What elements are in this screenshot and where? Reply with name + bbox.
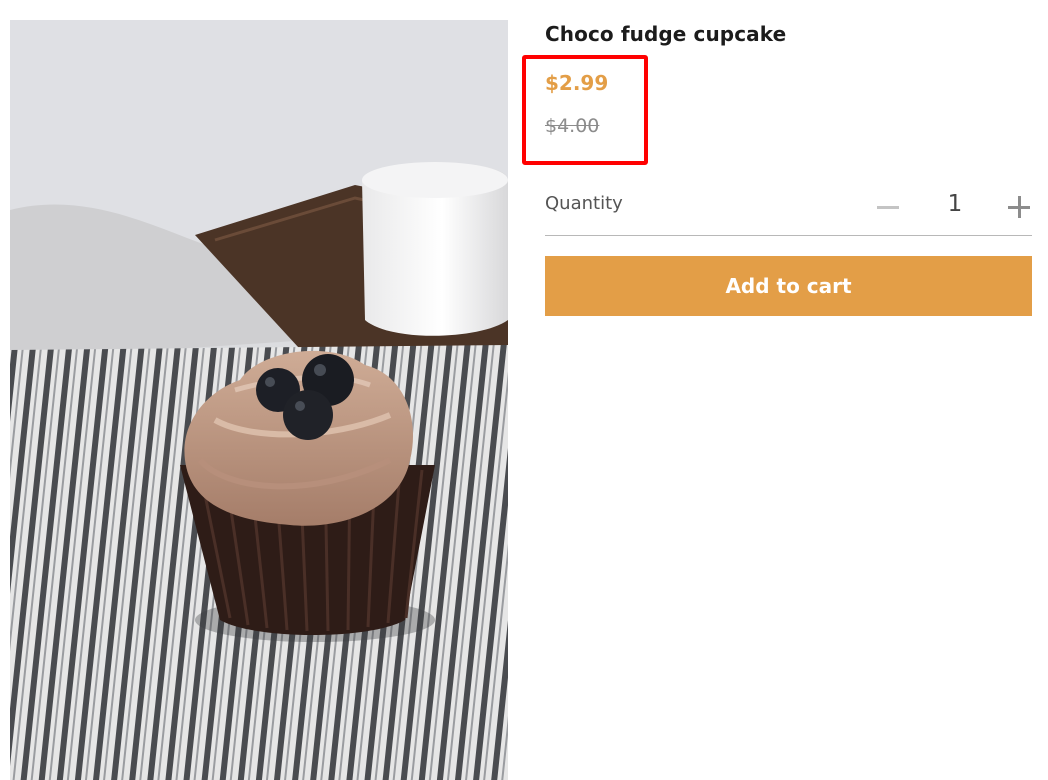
original-price: $4.00 — [545, 115, 600, 137]
product-page: Choco fudge cupcake $2.99 $4.00 Quantity… — [0, 0, 1048, 780]
sale-price: $2.99 — [545, 71, 609, 95]
product-image — [10, 20, 508, 780]
minus-icon[interactable] — [875, 189, 901, 223]
product-title: Choco fudge cupcake — [545, 22, 787, 46]
quantity-selector: Quantity 1 — [545, 185, 1032, 236]
quantity-value[interactable]: 1 — [935, 191, 975, 217]
add-to-cart-button[interactable]: Add to cart — [545, 256, 1032, 316]
plus-icon[interactable] — [1007, 191, 1031, 221]
quantity-label: Quantity — [545, 193, 623, 214]
